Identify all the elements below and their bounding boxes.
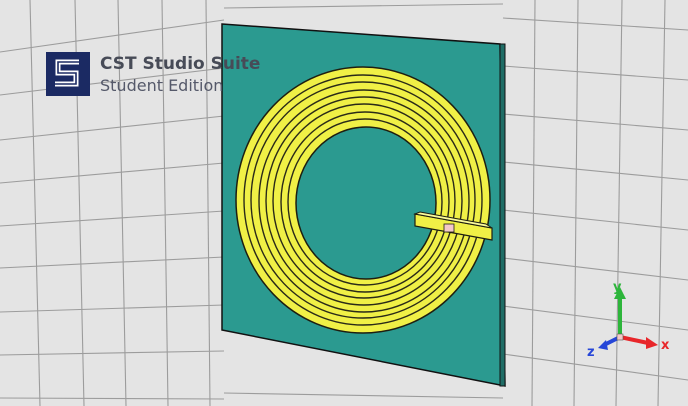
x-axis-icon <box>619 335 649 345</box>
app-subtitle: Student Edition <box>100 76 224 95</box>
y-axis-label: y <box>613 280 622 295</box>
app-title: CST Studio Suite <box>100 54 261 74</box>
z-axis-label: z <box>587 345 595 360</box>
x-axis-label: x <box>661 338 670 353</box>
triad-origin <box>616 333 624 341</box>
z-arrow-icon <box>598 340 608 350</box>
axis-triad[interactable]: y x z <box>580 275 680 370</box>
x-arrow-icon <box>646 337 658 349</box>
coil-inner-hole <box>295 126 437 280</box>
spiral-coil[interactable] <box>235 66 493 334</box>
cst-logo-icon <box>46 52 90 96</box>
